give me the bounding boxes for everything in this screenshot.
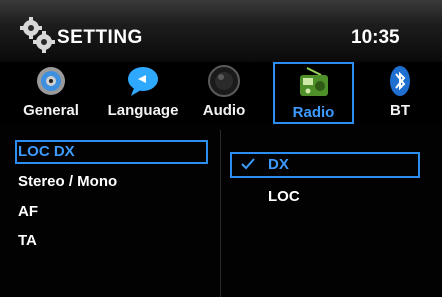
bluetooth-icon <box>390 66 410 96</box>
clock-time: 10:35 <box>351 27 400 48</box>
tab-radio[interactable]: Radio <box>273 62 354 124</box>
disc-icon <box>37 67 65 95</box>
menu-item-loc-dx[interactable]: LOC DX <box>18 143 75 160</box>
menu-item-af[interactable]: AF <box>18 203 38 220</box>
settings-screen: SETTING 10:35 General Language Audio Rad… <box>0 0 442 297</box>
tab-label: Radio <box>292 104 335 121</box>
radio-icon <box>299 67 328 96</box>
header-bar: SETTING 10:35 <box>0 0 442 62</box>
speech-bubble-icon <box>128 67 158 96</box>
pane-divider <box>220 130 221 297</box>
option-loc[interactable]: LOC <box>268 188 300 205</box>
selected-option-highlight <box>230 152 420 178</box>
settings-tabs: General Language Audio Radio BT <box>0 62 442 124</box>
tab-language[interactable]: Language <box>98 62 188 124</box>
speaker-icon <box>208 65 240 97</box>
check-icon <box>241 158 255 170</box>
tab-label: BT <box>390 102 410 119</box>
tab-label: Language <box>107 102 179 119</box>
tab-general[interactable]: General <box>14 62 88 124</box>
page-title: SETTING <box>57 27 143 48</box>
menu-item-ta[interactable]: TA <box>18 232 37 249</box>
tab-audio[interactable]: Audio <box>194 62 254 124</box>
option-dx[interactable]: DX <box>268 156 289 173</box>
menu-item-stereo-mono[interactable]: Stereo / Mono <box>18 173 117 190</box>
gear-icon <box>20 17 55 53</box>
tab-bt[interactable]: BT <box>377 62 423 124</box>
tab-label: Audio <box>202 102 246 119</box>
tab-label: General <box>23 102 79 119</box>
